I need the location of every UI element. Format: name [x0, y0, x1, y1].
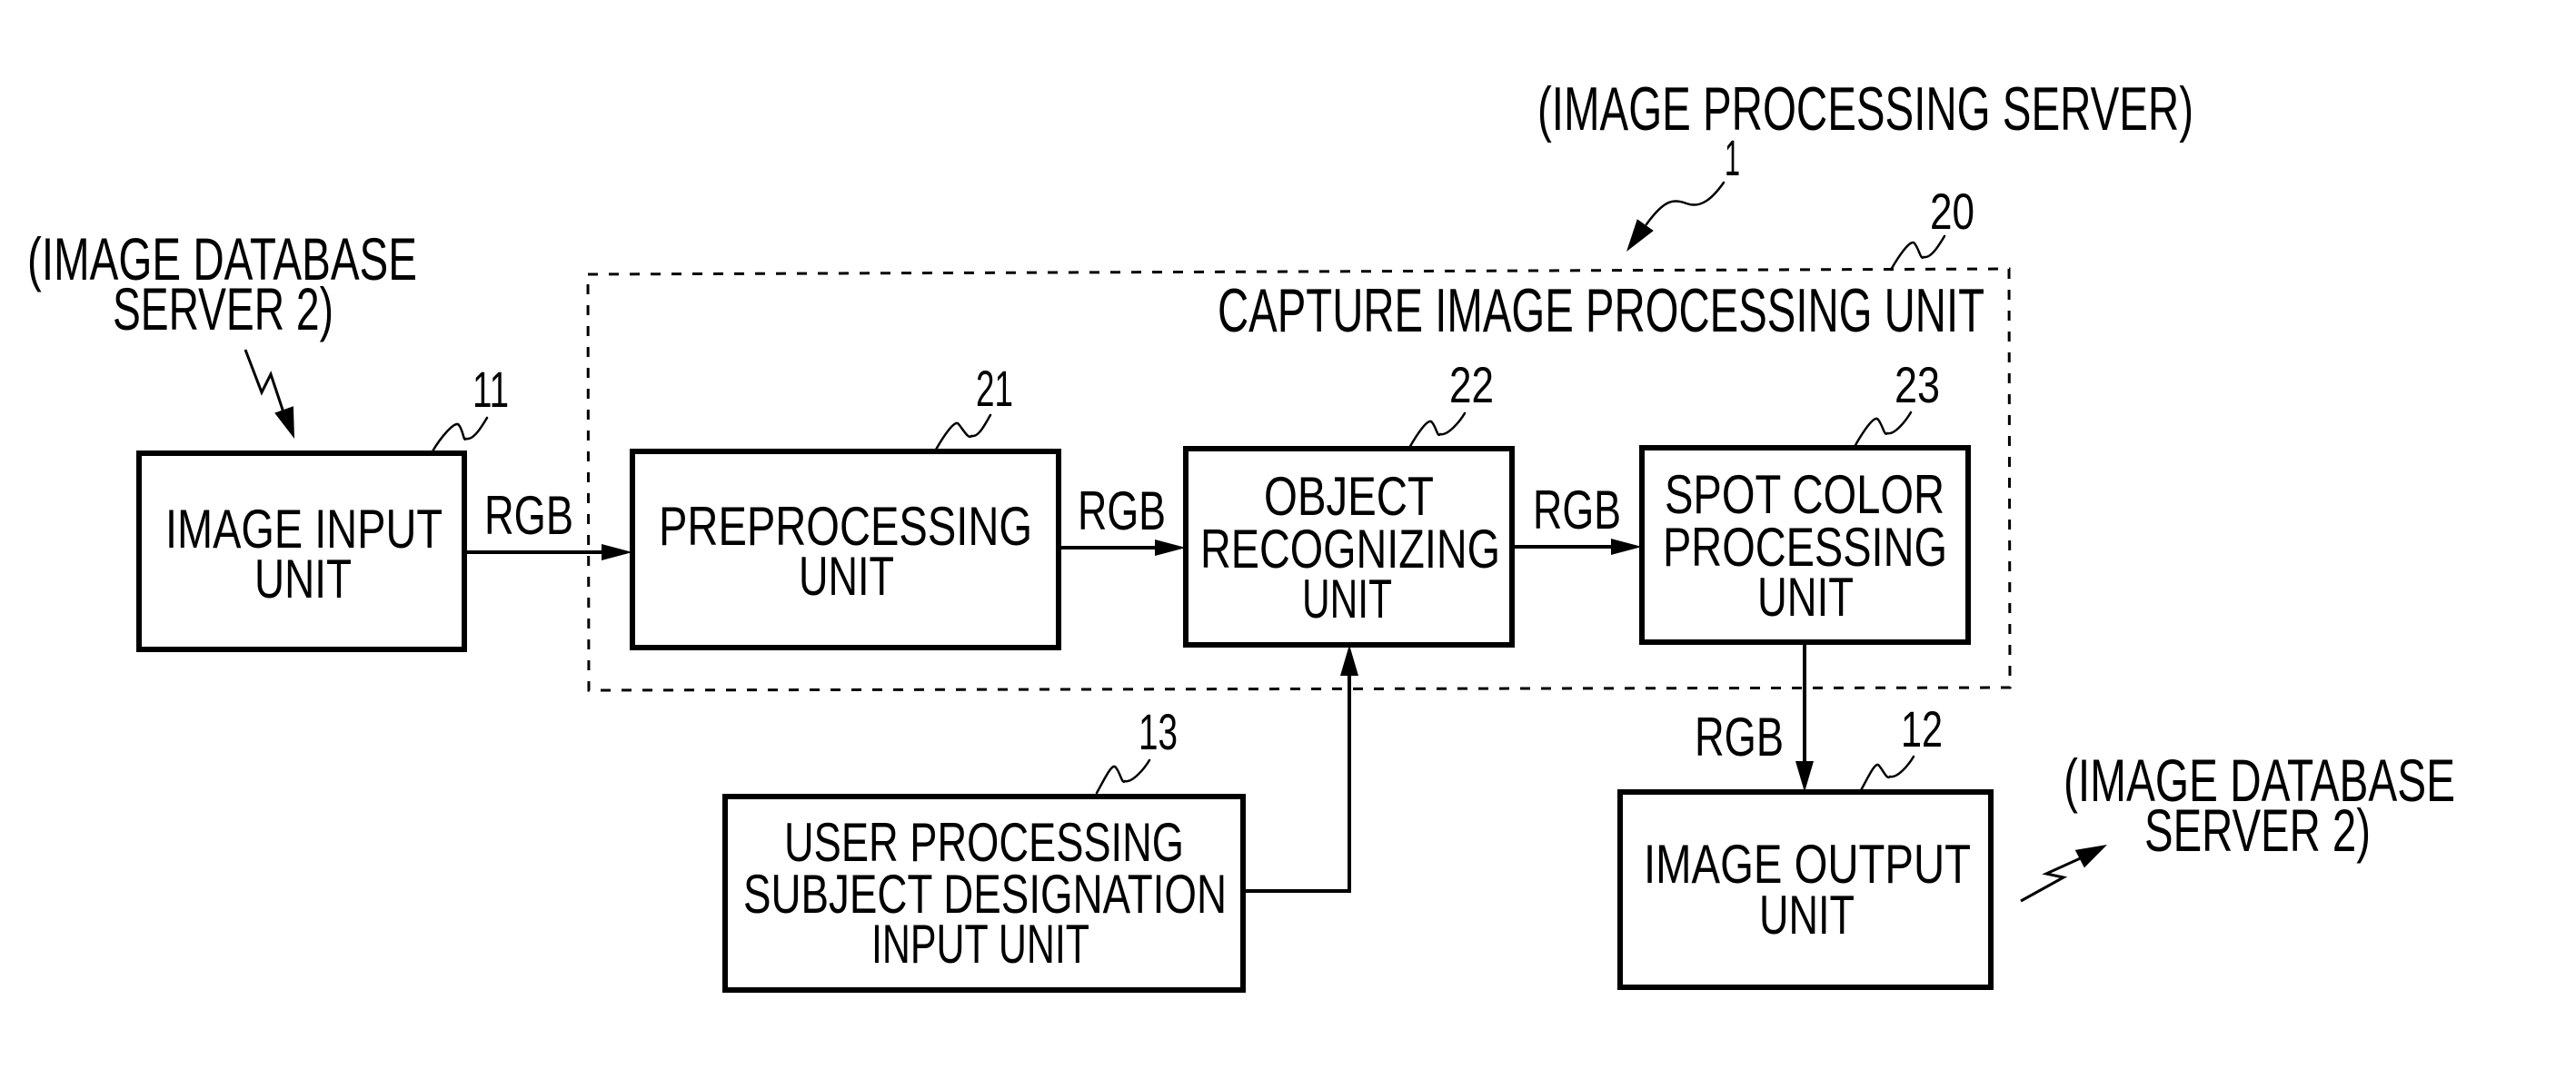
signal-label: RGB	[484, 485, 573, 546]
block-diagram: IMAGE INPUTUNITPREPROCESSINGUNITOBJECTRE…	[0, 0, 2576, 1089]
signal-label: RGB	[1695, 707, 1784, 767]
object-recognizing-unit-label-line: OBJECT	[1264, 466, 1434, 527]
reference-numeral: 22	[1449, 356, 1494, 413]
image-output-unit-label-line: UNIT	[1759, 885, 1855, 945]
spot-color-processing-unit-label-line: SPOT COLOR	[1665, 464, 1944, 525]
image-input-unit-label-line: UNIT	[254, 549, 352, 609]
reference-numeral: 1	[1725, 129, 1740, 186]
user-processing-subject-designation-input-unit-label-line: INPUT UNIT	[871, 914, 1089, 975]
signal-label: RGB	[1078, 480, 1166, 541]
spot-color-processing-unit-label-line: UNIT	[1757, 567, 1854, 628]
object-recognizing-unit-label-line: UNIT	[1302, 569, 1392, 629]
preprocessing-unit-label-line: UNIT	[799, 546, 894, 607]
group-caption: CAPTURE IMAGE PROCESSING UNIT	[1218, 276, 1984, 345]
reference-numeral: 12	[1901, 700, 1943, 757]
external-source-label: SERVER 2)	[113, 275, 333, 342]
reference-numeral: 11	[472, 361, 509, 418]
reference-numeral: 21	[976, 360, 1013, 417]
reference-numeral: 13	[1139, 703, 1178, 760]
signal-label: RGB	[1533, 480, 1621, 540]
external-destination-label: SERVER 2)	[2144, 797, 2371, 864]
reference-numeral: 20	[1930, 183, 1974, 240]
server-caption: (IMAGE PROCESSING SERVER)	[1537, 74, 2193, 144]
reference-numeral: 23	[1895, 356, 1940, 413]
